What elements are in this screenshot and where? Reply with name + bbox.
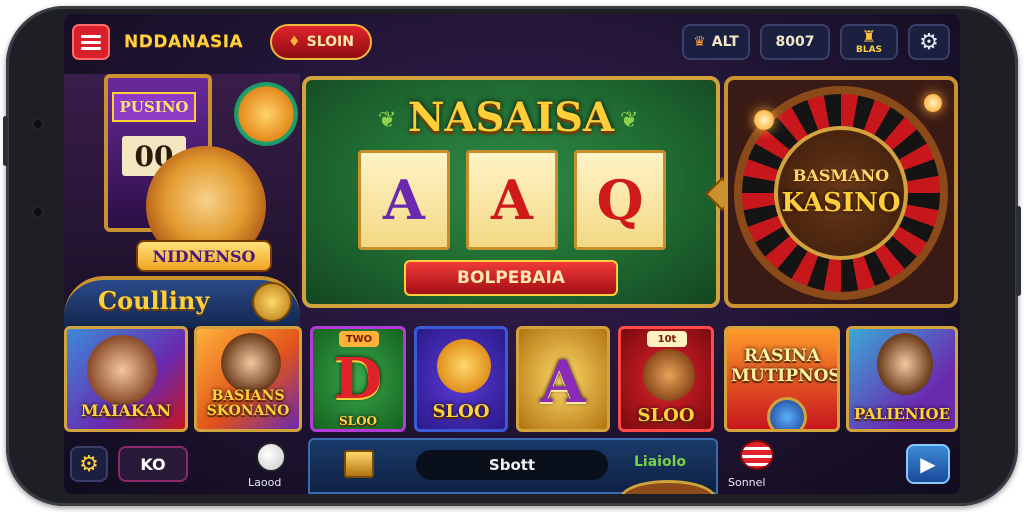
power-button bbox=[3, 116, 8, 166]
game-card-sloo-bear[interactable]: 10t SLOO bbox=[618, 326, 714, 432]
leaf-icon: ❦ bbox=[378, 108, 397, 133]
chip-stack-icon[interactable] bbox=[740, 440, 774, 470]
status-label: Liaiolo bbox=[634, 454, 687, 470]
poker-table: Coulliny bbox=[64, 276, 300, 328]
reel-1: A bbox=[358, 150, 450, 250]
bear-art bbox=[643, 349, 695, 401]
alt-button[interactable]: ♛ ALT bbox=[682, 24, 750, 60]
front-camera bbox=[32, 118, 44, 130]
game-label: SLOO bbox=[637, 405, 695, 426]
game-big-symbol: A bbox=[540, 348, 586, 416]
character-art bbox=[221, 333, 281, 393]
bottom-panel: Sbott Liaiolo bbox=[308, 438, 718, 494]
game-card-basians[interactable]: BASIANS SKONANO bbox=[194, 326, 302, 432]
login-button[interactable]: ♦ SLOIN bbox=[270, 24, 372, 60]
settings-button[interactable]: ⚙ bbox=[908, 24, 950, 60]
game-tag: 10t bbox=[647, 331, 687, 347]
play-arrow-icon: ▶ bbox=[920, 452, 936, 476]
game-big-symbol: D bbox=[333, 346, 383, 412]
lamp-icon bbox=[924, 94, 942, 112]
roulette-top-text: BASMANO bbox=[792, 166, 890, 185]
sign-title: PUSINO bbox=[112, 92, 196, 122]
game-card-palienioe[interactable]: PALIENIOE bbox=[846, 326, 958, 432]
login-label: SLOIN bbox=[306, 34, 354, 50]
balance-display[interactable]: 8007 bbox=[760, 24, 830, 60]
front-sensor bbox=[32, 206, 44, 218]
reel-2: A bbox=[466, 150, 558, 250]
roulette-main-text: KASINO bbox=[781, 188, 901, 218]
roulette-panel[interactable]: BASMANO KASINO bbox=[724, 76, 958, 308]
loaded-label: Laood bbox=[248, 476, 282, 489]
game-card-sloo-d[interactable]: TWO D SLOO bbox=[310, 326, 406, 432]
torch-icon: ♦ bbox=[288, 34, 301, 50]
cog-icon: ⚙ bbox=[79, 451, 99, 477]
lamp-icon bbox=[754, 110, 774, 130]
rewards-button[interactable]: ♜ BLAS bbox=[840, 24, 898, 60]
crown-icon: ♛ bbox=[693, 34, 706, 50]
game-label: PALIENIOE bbox=[853, 405, 951, 423]
game-screen: NDDANASIA ♦ SLOIN ♛ ALT 8007 ♜ BLAS ⚙ PU… bbox=[64, 14, 960, 494]
options-button[interactable]: ⚙ bbox=[70, 446, 108, 482]
wheel-peek bbox=[620, 480, 716, 494]
volume-button bbox=[1016, 206, 1021, 296]
hamburger-icon bbox=[81, 32, 101, 53]
search-label: Sbott bbox=[488, 456, 536, 474]
game-label: SLOO bbox=[432, 401, 490, 422]
leaf-icon: ❦ bbox=[620, 108, 639, 133]
menu-button[interactable] bbox=[72, 24, 110, 60]
game-label: RASINA MUTIPNOS bbox=[731, 346, 840, 386]
counter-display[interactable]: KO bbox=[118, 446, 188, 482]
game-card-rasina[interactable]: RASINA MUTIPNOS bbox=[724, 326, 840, 432]
roulette-mini-icon bbox=[767, 397, 807, 429]
brand-title: NDDANASIA bbox=[124, 32, 244, 52]
game-label: SLOO bbox=[338, 414, 377, 428]
rewards-label: BLAS bbox=[855, 45, 883, 55]
next-button[interactable]: ▶ bbox=[906, 444, 950, 484]
tiger-badge bbox=[234, 82, 298, 146]
gear-icon: ⚙ bbox=[919, 29, 939, 55]
character-art bbox=[877, 333, 933, 395]
play-button[interactable]: BOLPEBAIA bbox=[404, 260, 618, 296]
game-card-sloo-fox[interactable]: SLOO bbox=[414, 326, 508, 432]
balance-value: 8007 bbox=[775, 34, 815, 50]
game-card-a[interactable]: A bbox=[516, 326, 610, 432]
social-label: Sonnel bbox=[728, 476, 766, 489]
reel-3: Q bbox=[574, 150, 666, 250]
game-card-maiakan[interactable]: MAIAKAN bbox=[64, 326, 188, 432]
character-art bbox=[87, 335, 157, 405]
left-showcase[interactable]: PUSINO 00 NIDNENSO Coulliny bbox=[64, 74, 300, 328]
game-tag: TWO bbox=[339, 331, 379, 347]
game-label: BASIANS SKONANO bbox=[206, 388, 290, 420]
table-text: Coulliny bbox=[98, 286, 210, 315]
soccer-ball-icon[interactable] bbox=[256, 442, 286, 472]
featured-slot-panel[interactable]: NASAISA ❦ ❦ A A Q BOLPEBAIA bbox=[302, 76, 720, 308]
trophy-icon: ♜ bbox=[861, 27, 877, 46]
game-label: MAIAKAN bbox=[80, 401, 172, 420]
coin-icon bbox=[252, 282, 292, 322]
treasure-chest-icon[interactable] bbox=[344, 450, 374, 478]
left-banner: NIDNENSO bbox=[136, 240, 272, 272]
fox-art bbox=[437, 339, 491, 393]
search-bar[interactable]: Sbott bbox=[416, 450, 608, 480]
alt-label: ALT bbox=[711, 34, 739, 50]
featured-title: NASAISA bbox=[407, 94, 615, 141]
